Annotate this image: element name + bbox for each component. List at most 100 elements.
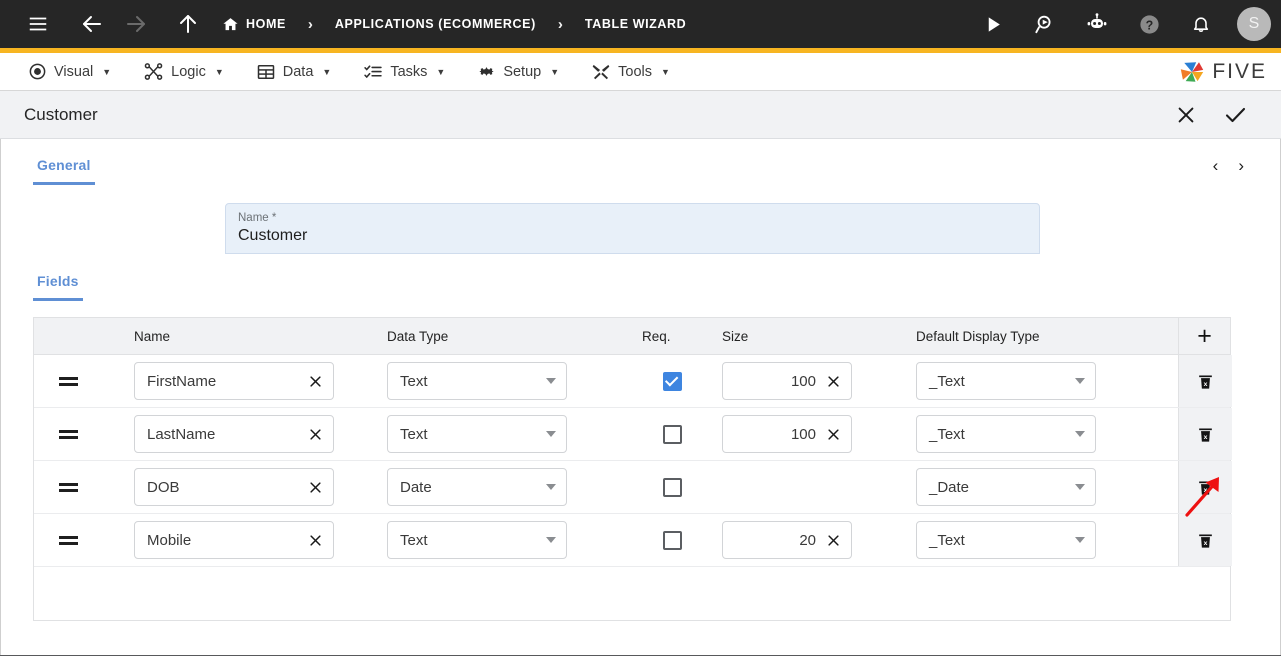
clear-x-icon[interactable] [824, 531, 842, 549]
clear-x-icon[interactable] [306, 531, 324, 549]
trash-delete-icon[interactable]: x [1196, 531, 1215, 550]
menu-item-setup[interactable]: Setup ▼ [461, 53, 575, 91]
field-name-input[interactable]: Mobile [134, 521, 334, 559]
column-header-default-display-type: Default Display Type [902, 329, 1178, 344]
hamburger-menu-icon[interactable] [16, 0, 60, 48]
clear-x-icon[interactable] [306, 372, 324, 390]
required-checkbox[interactable] [663, 372, 682, 391]
field-size-input[interactable]: 100 [722, 362, 852, 400]
add-field-button[interactable]: + [1178, 318, 1230, 354]
logic-nodes-icon [143, 61, 164, 82]
clear-x-icon[interactable] [306, 425, 324, 443]
menu-item-tools[interactable]: Tools ▼ [575, 53, 686, 91]
default-display-type-value: _Text [929, 532, 1075, 549]
next-record-icon[interactable]: › [1238, 157, 1244, 174]
search-run-icon[interactable] [1023, 0, 1067, 48]
default-display-type-select[interactable]: _Text [916, 521, 1096, 559]
breadcrumb-item-applications[interactable]: APPLICATIONS (ECOMMERCE) [335, 17, 536, 31]
tools-wrench-icon [591, 62, 611, 82]
column-header-required: Req. [642, 329, 702, 344]
chevron-down-icon: ▼ [436, 67, 445, 77]
trash-delete-icon[interactable]: x [1196, 372, 1215, 391]
default-display-type-select[interactable]: _Date [916, 468, 1096, 506]
run-play-icon[interactable] [971, 0, 1015, 48]
data-type-select[interactable]: Date [387, 468, 567, 506]
field-size-value: 100 [735, 426, 824, 443]
field-name-input[interactable]: FirstName [134, 362, 334, 400]
back-arrow-icon[interactable] [70, 0, 114, 48]
window-bottom-edge [0, 655, 1281, 663]
required-checkbox[interactable] [663, 425, 682, 444]
trash-delete-icon[interactable]: x [1196, 425, 1215, 444]
drag-handle-icon[interactable] [59, 483, 78, 492]
tasks-checklist-icon [363, 62, 383, 82]
menu-label-data: Data [283, 64, 314, 80]
chevron-down-icon [1075, 431, 1085, 437]
field-name-value: LastName [147, 426, 306, 443]
table-row: LastName Text 100 [34, 408, 1230, 461]
clear-x-icon[interactable] [824, 372, 842, 390]
data-type-select[interactable]: Text [387, 415, 567, 453]
default-display-type-value: _Text [929, 426, 1075, 443]
page-title: Customer [24, 105, 98, 125]
field-name-input[interactable]: DOB [134, 468, 334, 506]
chevron-down-icon: ▼ [550, 67, 559, 77]
help-circle-icon[interactable]: ? [1127, 0, 1171, 48]
data-type-value: Text [400, 532, 546, 549]
menu-item-tasks[interactable]: Tasks ▼ [347, 53, 461, 91]
column-header-name: Name [102, 329, 377, 344]
data-grid-icon [256, 62, 276, 82]
clear-x-icon[interactable] [824, 425, 842, 443]
tab-fields[interactable]: Fields [33, 273, 83, 301]
menu-label-visual: Visual [54, 64, 93, 80]
bell-icon[interactable] [1179, 0, 1223, 48]
menu-item-logic[interactable]: Logic ▼ [127, 53, 240, 91]
column-header-data-type: Data Type [377, 329, 642, 344]
data-type-value: Text [400, 426, 546, 443]
table-row: Mobile Text 20 [34, 514, 1230, 567]
data-type-select[interactable]: Text [387, 521, 567, 559]
drag-handle-icon[interactable] [59, 536, 78, 545]
avatar[interactable]: S [1237, 7, 1271, 41]
chevron-down-icon [546, 431, 556, 437]
field-size-input[interactable]: 100 [722, 415, 852, 453]
table-row: DOB Date _Date [34, 461, 1230, 514]
field-name-input[interactable]: LastName [134, 415, 334, 453]
breadcrumb-separator: › [308, 16, 313, 33]
data-type-value: Text [400, 373, 546, 390]
default-display-type-select[interactable]: _Text [916, 362, 1096, 400]
confirm-check-icon[interactable] [1223, 103, 1247, 127]
column-header-size: Size [702, 329, 902, 344]
default-display-type-select[interactable]: _Text [916, 415, 1096, 453]
clear-x-icon[interactable] [306, 478, 324, 496]
breadcrumb-separator: › [558, 16, 563, 33]
data-type-select[interactable]: Text [387, 362, 567, 400]
field-size-input[interactable]: 20 [722, 521, 852, 559]
required-checkbox[interactable] [663, 478, 682, 497]
table-row: FirstName Text 100 [34, 355, 1230, 408]
menu-item-data[interactable]: Data ▼ [240, 53, 348, 91]
menu-item-visual[interactable]: Visual ▼ [12, 53, 127, 91]
tab-general[interactable]: General [33, 157, 95, 185]
drag-handle-icon[interactable] [59, 377, 78, 386]
up-arrow-icon[interactable] [166, 0, 210, 48]
chevron-down-icon [546, 484, 556, 490]
chevron-down-icon: ▼ [215, 67, 224, 77]
five-logo: FIVE [1178, 53, 1267, 91]
table-empty-row [34, 567, 1230, 620]
breadcrumb-item-table-wizard[interactable]: TABLE WIZARD [585, 17, 686, 31]
menu-label-tasks: Tasks [390, 64, 427, 80]
chevron-down-icon [546, 537, 556, 543]
drag-handle-icon[interactable] [59, 430, 78, 439]
trash-delete-icon[interactable]: x [1196, 478, 1215, 497]
home-icon [222, 16, 239, 33]
menu-label-setup: Setup [503, 64, 541, 80]
forward-arrow-icon[interactable] [114, 0, 158, 48]
breadcrumb-item-home[interactable]: HOME [222, 16, 286, 33]
robot-chat-icon[interactable] [1075, 0, 1119, 48]
name-input[interactable]: Name * Customer [225, 203, 1040, 254]
svg-text:x: x [1204, 380, 1208, 387]
close-icon[interactable] [1175, 104, 1197, 126]
required-checkbox[interactable] [663, 531, 682, 550]
previous-record-icon[interactable]: ‹ [1213, 157, 1219, 174]
